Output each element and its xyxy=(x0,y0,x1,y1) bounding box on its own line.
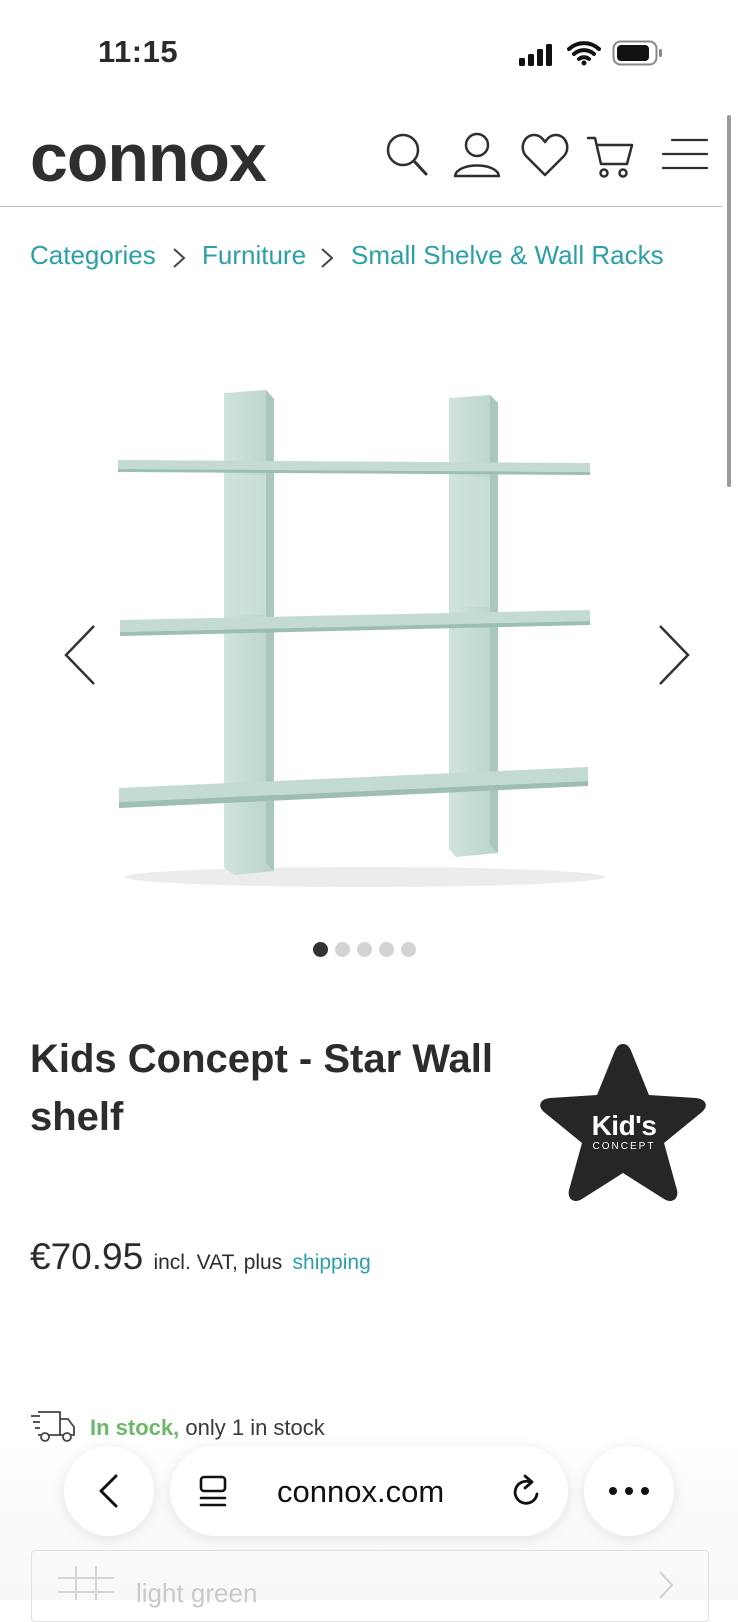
address-bar-url[interactable]: connox.com xyxy=(277,1474,444,1510)
gallery-dot-3[interactable] xyxy=(357,942,372,957)
chevron-right-icon xyxy=(173,248,186,268)
wifi-icon xyxy=(567,41,601,66)
color-swatch-icon xyxy=(58,1566,114,1600)
back-arrow-icon xyxy=(99,1474,118,1508)
variant-value: light green xyxy=(136,1578,258,1608)
gallery-dot-4[interactable] xyxy=(379,942,394,957)
gallery-next-arrow-icon[interactable] xyxy=(652,622,692,688)
gallery-dot-5[interactable] xyxy=(401,942,416,957)
brand-logo[interactable]: Kid's CONCEPT xyxy=(536,1040,711,1208)
price-value: €70.95 xyxy=(30,1236,144,1277)
delivery-truck-icon xyxy=(31,1411,75,1442)
brand-logo-text: Kid's xyxy=(591,1110,657,1141)
product-image[interactable] xyxy=(110,385,610,905)
page-scrollbar[interactable] xyxy=(727,115,731,487)
in-stock-label: In stock, xyxy=(90,1415,180,1440)
battery-icon xyxy=(612,40,662,66)
shipping-link[interactable]: shipping xyxy=(293,1251,371,1274)
cart-icon[interactable] xyxy=(586,130,636,180)
cellular-signal-icon xyxy=(519,42,555,66)
reload-icon[interactable] xyxy=(510,1474,544,1510)
gallery-dot-1[interactable] xyxy=(313,942,328,957)
menu-icon[interactable] xyxy=(660,130,710,180)
status-time: 11:15 xyxy=(98,34,179,69)
chevron-right-icon xyxy=(659,1571,674,1599)
chevron-right-icon xyxy=(321,248,334,268)
more-dots-icon xyxy=(609,1487,649,1495)
search-icon[interactable] xyxy=(384,130,434,180)
gallery-dot-2[interactable] xyxy=(335,942,350,957)
breadcrumb-small-shelves[interactable]: Small Shelve & Wall Racks xyxy=(351,240,664,271)
vat-text: incl. VAT, plus xyxy=(153,1251,283,1274)
browser-more-button[interactable] xyxy=(584,1446,674,1536)
product-title: Kids Concept - Star Wall shelf xyxy=(30,1037,494,1139)
breadcrumb-furniture[interactable]: Furniture xyxy=(202,240,306,271)
breadcrumb-categories[interactable]: Categories xyxy=(30,240,156,271)
header-divider xyxy=(0,206,722,207)
price-line: €70.95 incl. VAT, plus shipping xyxy=(30,1236,371,1278)
stock-note: only 1 in stock xyxy=(185,1415,325,1440)
gallery-prev-arrow-icon[interactable] xyxy=(62,622,102,688)
site-logo[interactable]: connox xyxy=(30,118,267,198)
stock-status: In stock, only 1 in stock xyxy=(90,1415,325,1441)
tab-overview-icon[interactable] xyxy=(198,1475,230,1509)
browser-back-button[interactable] xyxy=(64,1446,154,1536)
wishlist-heart-icon[interactable] xyxy=(520,130,570,180)
brand-logo-subtext: CONCEPT xyxy=(592,1141,656,1152)
variant-select[interactable] xyxy=(31,1550,709,1622)
account-icon[interactable] xyxy=(452,130,502,180)
